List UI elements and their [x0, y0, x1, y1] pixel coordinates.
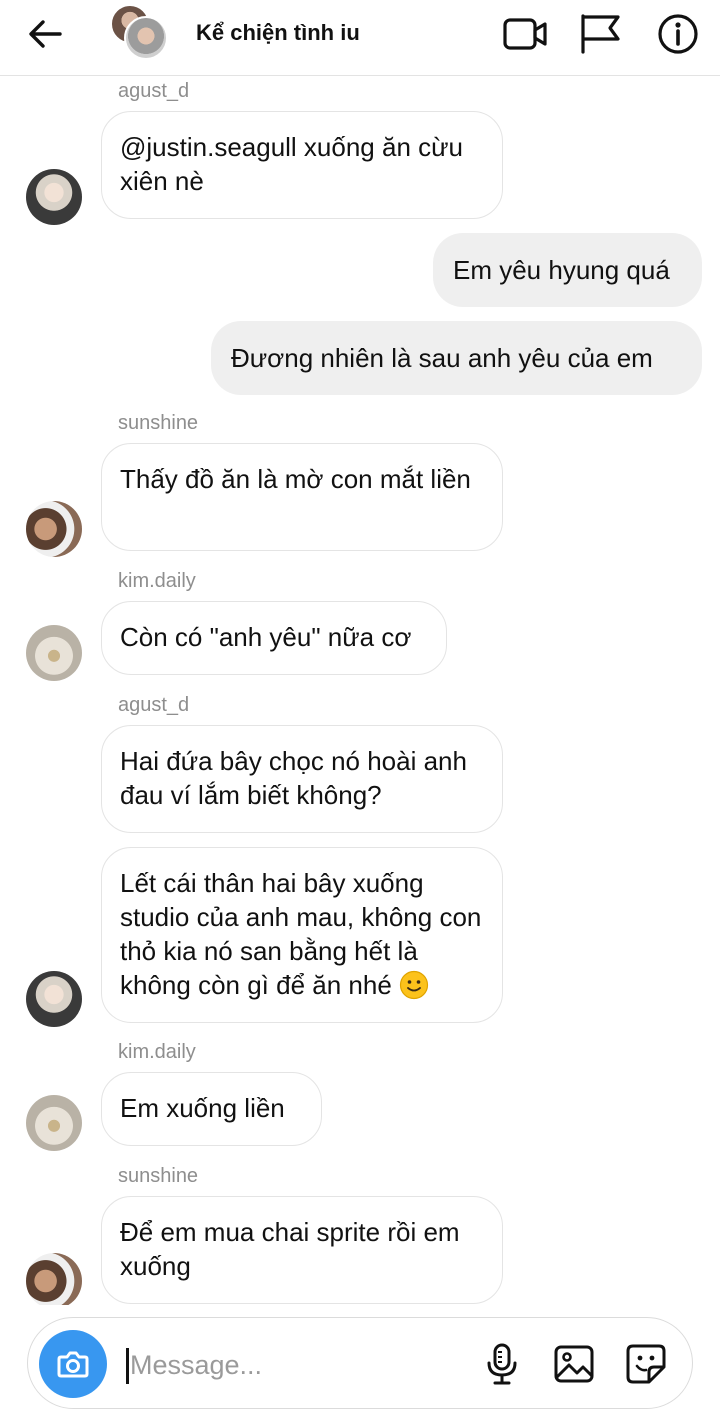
- camera-button[interactable]: [39, 1330, 107, 1398]
- message-bubble[interactable]: Thấy đồ ăn là mờ con mắt liền: [101, 443, 503, 551]
- sender-name: agust_d: [118, 694, 190, 716]
- sender-name: sunshine: [118, 412, 199, 434]
- message-thread[interactable]: agust_d @justin.seagull xuống ăn cừu xiê…: [0, 77, 720, 1305]
- message-bubble[interactable]: Để em mua chai sprite rồi em xuống: [101, 1196, 503, 1304]
- chat-header: Kể chiện tình iu: [0, 0, 720, 76]
- message-bubble[interactable]: Hai đứa bây chọc nó hoài anh đau ví lắm …: [101, 725, 503, 833]
- back-arrow-icon[interactable]: [26, 16, 66, 52]
- chat-title[interactable]: Kể chiện tình iu: [196, 20, 360, 46]
- info-icon[interactable]: [656, 12, 700, 56]
- sender-avatar[interactable]: [26, 1095, 82, 1151]
- message-bubble[interactable]: Còn có "anh yêu" nữa cơ: [101, 601, 447, 675]
- message-bubble-outgoing[interactable]: Em yêu hyung quá: [433, 233, 702, 307]
- sender-avatar[interactable]: [26, 169, 82, 225]
- sticker-icon[interactable]: [624, 1342, 668, 1386]
- camera-icon: [57, 1351, 89, 1378]
- sender-avatar[interactable]: [26, 971, 82, 1027]
- message-bubble[interactable]: Em xuống liền: [101, 1072, 322, 1146]
- sender-avatar[interactable]: [26, 501, 82, 557]
- flag-icon[interactable]: [578, 12, 622, 56]
- message-composer: [27, 1317, 693, 1409]
- gallery-icon[interactable]: [552, 1342, 596, 1386]
- group-avatar[interactable]: [110, 4, 168, 60]
- sender-name: agust_d: [118, 80, 190, 102]
- sender-name: sunshine: [118, 1165, 199, 1187]
- sender-name: kim.daily: [118, 1041, 196, 1063]
- sender-avatar[interactable]: [26, 1253, 82, 1305]
- group-member-avatar: [124, 16, 168, 60]
- message-bubble[interactable]: @justin.seagull xuống ăn cừu xiên nè: [101, 111, 503, 219]
- message-bubble-outgoing[interactable]: Đương nhiên là sau anh yêu của em: [211, 321, 702, 395]
- sender-name: kim.daily: [118, 570, 196, 592]
- sender-avatar[interactable]: [26, 625, 82, 681]
- microphone-icon[interactable]: [480, 1342, 524, 1386]
- message-bubble[interactable]: Lết cái thân hai bây xuống studio của an…: [101, 847, 503, 1023]
- slightly-smiling-face-icon: [399, 970, 429, 1000]
- message-input[interactable]: [128, 1344, 392, 1386]
- video-call-icon[interactable]: [502, 12, 547, 56]
